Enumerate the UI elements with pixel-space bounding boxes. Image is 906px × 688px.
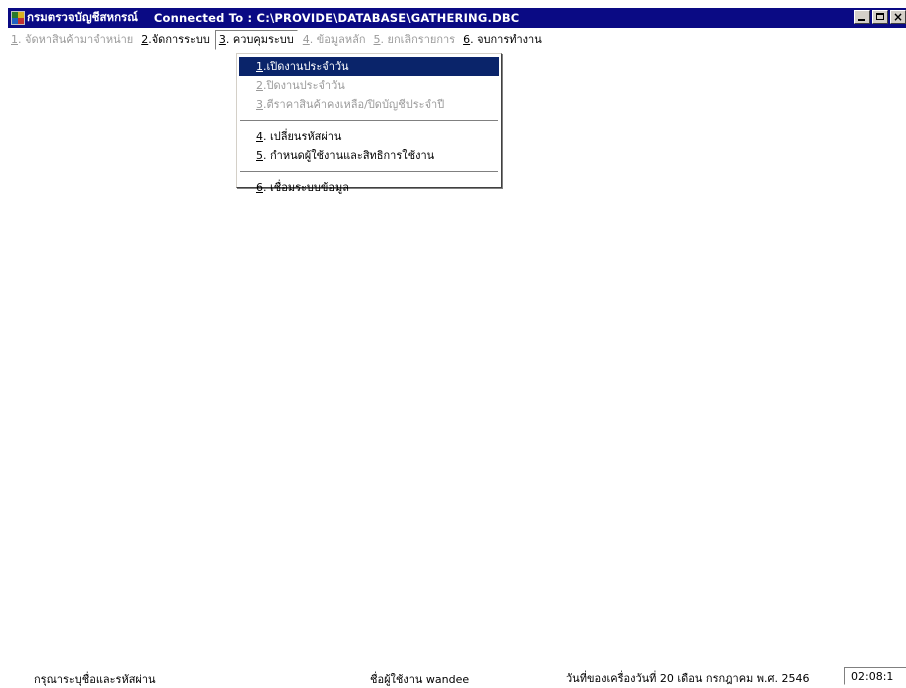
menu-cancel-transaction[interactable]: 5. ยกเลิกรายการ — [371, 30, 459, 50]
menu-cancel-transaction-label: . ยกเลิกรายการ — [380, 33, 456, 46]
menu-master-data-key: 4 — [302, 33, 310, 46]
minimize-button[interactable] — [854, 10, 870, 24]
menu-bar: 1. จัดหาสินค้ามาจำหน่าย 2.จัดการระบบ 3. … — [8, 28, 906, 52]
title-bar[interactable]: กรมตรวจบัญชีสหกรณ์ Connected To : C:\PRO… — [8, 8, 906, 28]
dropdown-separator — [240, 120, 498, 122]
status-date: วันที่ของเครื่องวันที่ 20 เดือน กรกฎาคม … — [566, 672, 810, 685]
dropdown-item-user-permissions[interactable]: 5. กำหนดผู้ใช้งานและสิทธิการใช้งาน — [239, 146, 499, 165]
status-clock: 02:08:1 — [844, 667, 906, 685]
menu-exit[interactable]: 6. จบการทำงาน — [460, 30, 545, 50]
dropdown-item-open-daily-label: .เปิดงานประจำวัน — [263, 60, 349, 73]
menu-procurement-key: 1 — [11, 33, 18, 46]
dropdown-item-change-password[interactable]: 4. เปลี่ยนรหัสผ่าน — [239, 127, 499, 146]
dropdown-item-connect-data[interactable]: 6. เชื่อมระบบข้อมูล — [239, 178, 499, 197]
menu-system-management-label: .จัดการระบบ — [148, 33, 210, 46]
app-window: กรมตรวจบัญชีสหกรณ์ Connected To : C:\PRO… — [0, 0, 906, 688]
dropdown-item-user-permissions-label: . กำหนดผู้ใช้งานและสิทธิการใช้งาน — [263, 149, 435, 162]
maximize-icon — [876, 13, 884, 20]
menu-procurement-label: . จัดหาสินค้ามาจำหน่าย — [18, 33, 134, 46]
dropdown-item-open-daily[interactable]: 1.เปิดงานประจำวัน — [239, 57, 499, 76]
menu-cancel-transaction-key: 5 — [373, 33, 381, 46]
dropdown-item-connect-data-key: 6 — [256, 181, 263, 194]
menu-exit-label: . จบการทำงาน — [470, 33, 542, 46]
window-title: กรมตรวจบัญชีสหกรณ์ — [27, 10, 138, 24]
dropdown-item-close-daily[interactable]: 2.ปิดงานประจำวัน — [239, 76, 499, 95]
connection-path: Connected To : C:\PROVIDE\DATABASE\GATHE… — [153, 11, 520, 25]
dropdown-item-change-password-label: . เปลี่ยนรหัสผ่าน — [263, 130, 342, 143]
dropdown-item-open-daily-key: 1 — [256, 60, 263, 73]
dropdown-item-close-daily-label: .ปิดงานประจำวัน — [263, 79, 345, 92]
menu-system-management[interactable]: 2.จัดการระบบ — [138, 30, 213, 50]
menu-procurement[interactable]: 1. จัดหาสินค้ามาจำหน่าย — [8, 30, 136, 50]
dropdown-item-close-daily-key: 2 — [256, 79, 263, 92]
menu-master-data-label: . ข้อมูลหลัก — [309, 33, 366, 46]
dropdown-item-year-end-key: 3 — [256, 98, 263, 111]
menu-system-control-key: 3 — [218, 33, 226, 46]
status-message: กรุณาระบุชื่อและรหัสผ่าน — [34, 673, 156, 686]
menu-system-control-label: . ควบคุมระบบ — [225, 33, 294, 46]
status-user: ชื่อผู้ใช้งาน wandee — [370, 673, 470, 686]
minimize-icon — [858, 19, 865, 21]
menu-system-control[interactable]: 3. ควบคุมระบบ — [214, 30, 298, 50]
status-bar: กรุณาระบุชื่อและรหัสผ่าน ชื่อผู้ใช้งาน w… — [8, 664, 906, 688]
dropdown-item-change-password-key: 4 — [256, 130, 263, 143]
system-control-dropdown: 1.เปิดงานประจำวัน 2.ปิดงานประจำวัน 3.ตีร… — [236, 53, 502, 194]
dropdown-item-year-end-label: .ตีราคาสินค้าคงเหลือ/ปิดบัญชีประจำปี — [263, 98, 445, 111]
maximize-button[interactable] — [872, 10, 888, 24]
dropdown-item-year-end[interactable]: 3.ตีราคาสินค้าคงเหลือ/ปิดบัญชีประจำปี — [239, 95, 499, 114]
dropdown-item-user-permissions-key: 5 — [256, 149, 263, 162]
close-button[interactable]: × — [890, 10, 906, 24]
dropdown-separator — [240, 171, 498, 173]
dropdown-item-connect-data-label: . เชื่อมระบบข้อมูล — [263, 181, 349, 194]
menu-master-data[interactable]: 4. ข้อมูลหลัก — [300, 30, 369, 50]
close-icon: × — [893, 10, 904, 24]
window-controls: × — [852, 10, 906, 24]
app-icon[interactable] — [11, 11, 25, 25]
